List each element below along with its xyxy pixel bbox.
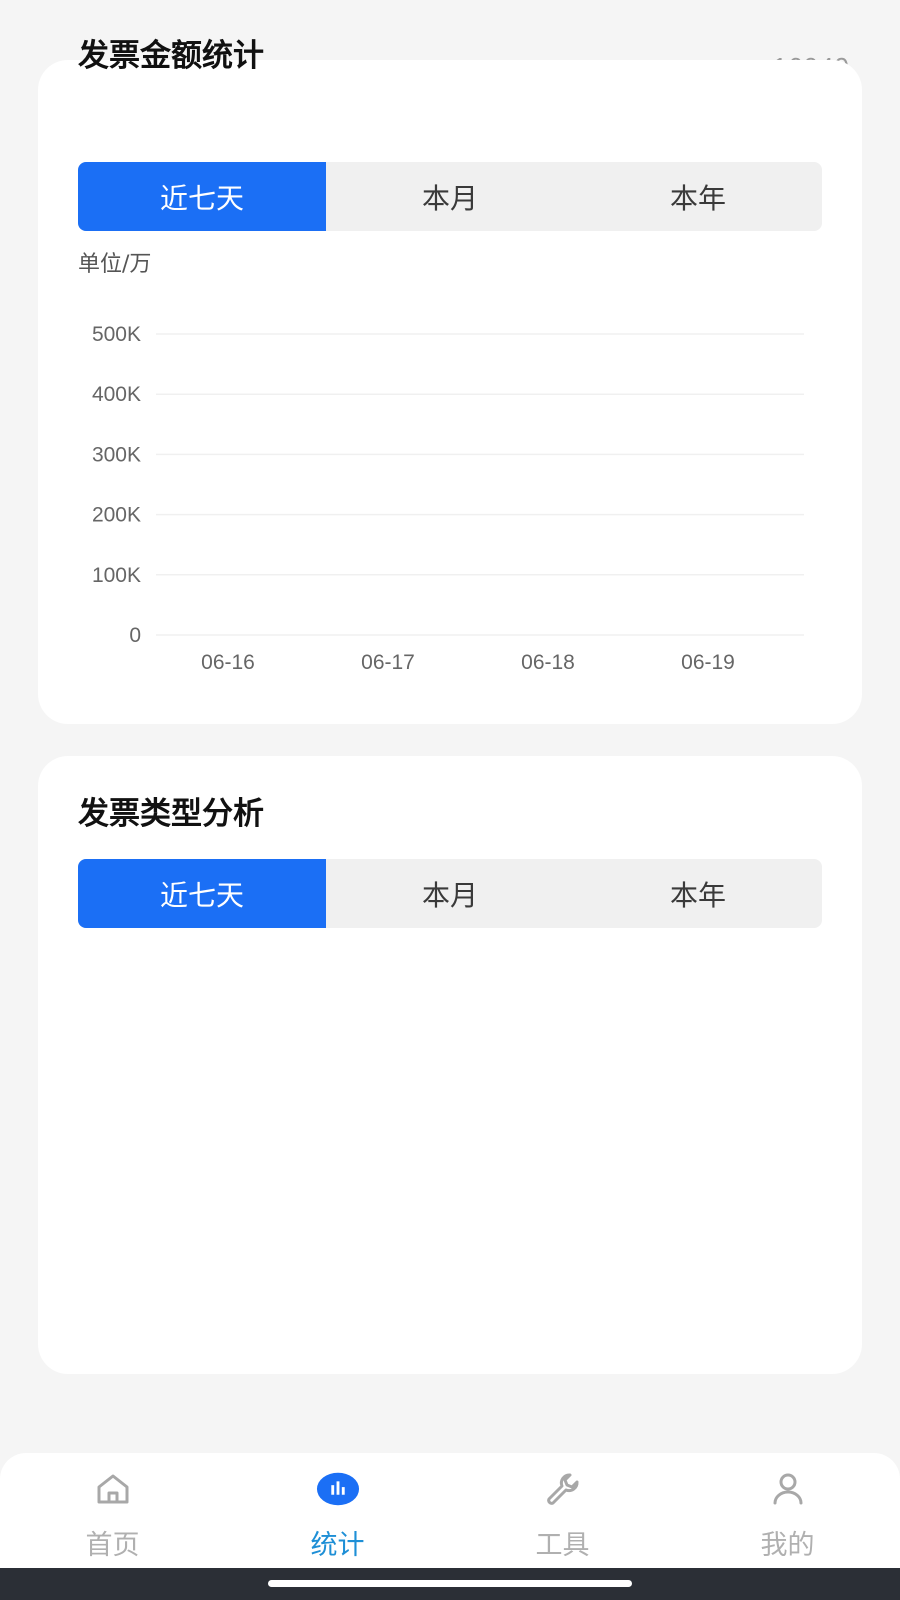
type-tab-this-month[interactable]: 本月 <box>326 859 574 928</box>
nav-item-home[interactable]: 首页 <box>0 1453 225 1568</box>
x-tick-label: 06-16 <box>201 651 255 674</box>
type-tab-this-year[interactable]: 本年 <box>574 859 822 928</box>
y-tick-label: 300K <box>92 443 141 466</box>
home-indicator[interactable] <box>268 1580 632 1587</box>
wrench-icon <box>541 1467 585 1511</box>
bottom-nav: 首页 统计 工具 我的 <box>0 1453 900 1568</box>
nav-item-mine[interactable]: 我的 <box>675 1453 900 1568</box>
x-tick-label: 06-17 <box>361 651 415 674</box>
type-period-tabs: 近七天 本月 本年 <box>78 859 822 928</box>
nav-label-mine: 我的 <box>760 1530 815 1561</box>
nav-label-stats: 统计 <box>310 1530 365 1561</box>
x-tick-label: 06-18 <box>521 651 575 674</box>
chart-icon <box>316 1467 360 1511</box>
nav-item-stats[interactable]: 统计 <box>225 1453 450 1568</box>
amount-stats-card: 发票金额统计 近七天 本月 本年 单位/万 0 100K 200K 300K 400K 5… <box>38 38 862 724</box>
y-tick-label: 500K <box>92 323 141 346</box>
y-tick-label: 100K <box>92 564 141 587</box>
nav-item-tools[interactable]: 工具 <box>450 1453 675 1568</box>
nav-label-home: 首页 <box>85 1530 140 1561</box>
type-analysis-title: 发票类型分析 <box>78 796 264 832</box>
nav-label-tools: 工具 <box>535 1530 590 1561</box>
y-tick-label: 0 <box>129 624 141 647</box>
type-analysis-card: 发票类型分析 近七天 本月 本年 <box>38 756 862 1374</box>
y-tick-label: 200K <box>92 504 141 527</box>
amount-chart: 0 100K 200K 300K 400K 500K 06-16 06-17 06-18 06-1… <box>92 323 804 674</box>
system-home-bar <box>0 1568 900 1600</box>
y-tick-label: 400K <box>92 383 141 406</box>
home-icon <box>91 1467 135 1511</box>
x-tick-label: 06-19 <box>681 651 735 674</box>
type-tab-last7days[interactable]: 近七天 <box>78 859 326 928</box>
user-icon <box>766 1467 810 1511</box>
